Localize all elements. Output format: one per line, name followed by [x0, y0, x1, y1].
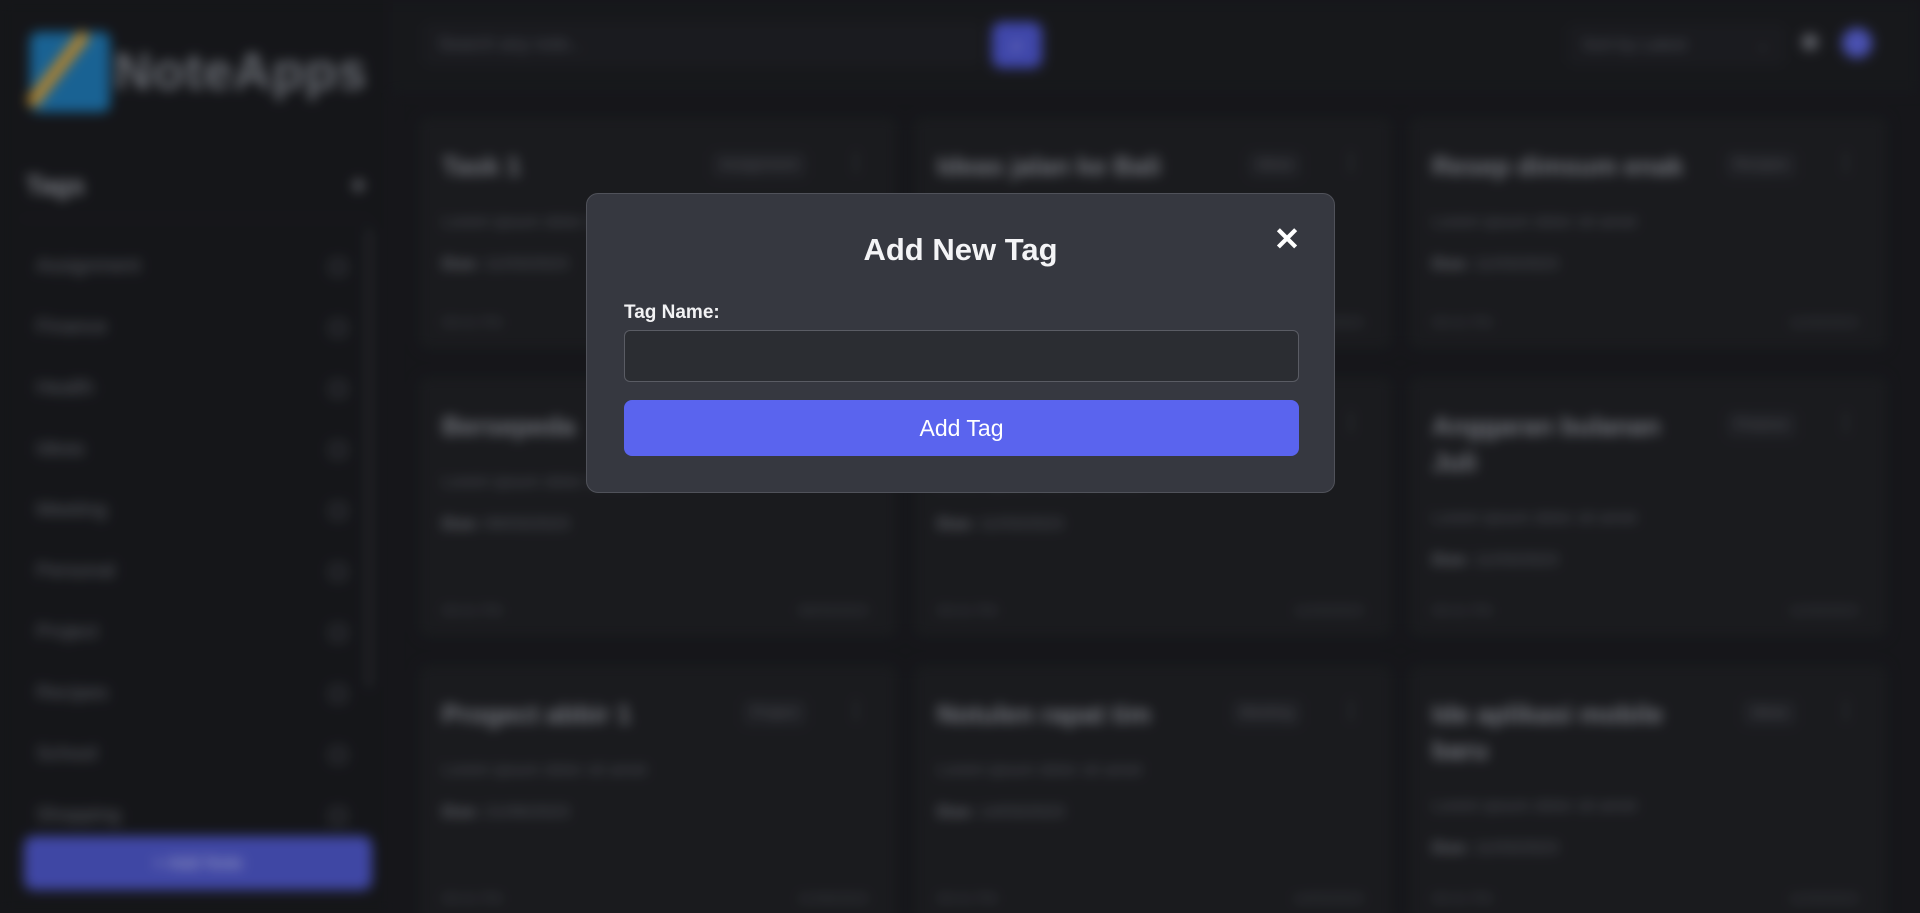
add-tag-button[interactable]: Add Tag — [624, 400, 1299, 456]
tag-name-label: Tag Name: — [624, 302, 720, 323]
add-tag-modal: Add New Tag ✕ Tag Name: Add Tag — [586, 193, 1335, 493]
tag-name-input[interactable] — [624, 330, 1299, 382]
modal-title: Add New Tag — [863, 232, 1058, 267]
close-icon[interactable]: ✕ — [1272, 223, 1302, 255]
